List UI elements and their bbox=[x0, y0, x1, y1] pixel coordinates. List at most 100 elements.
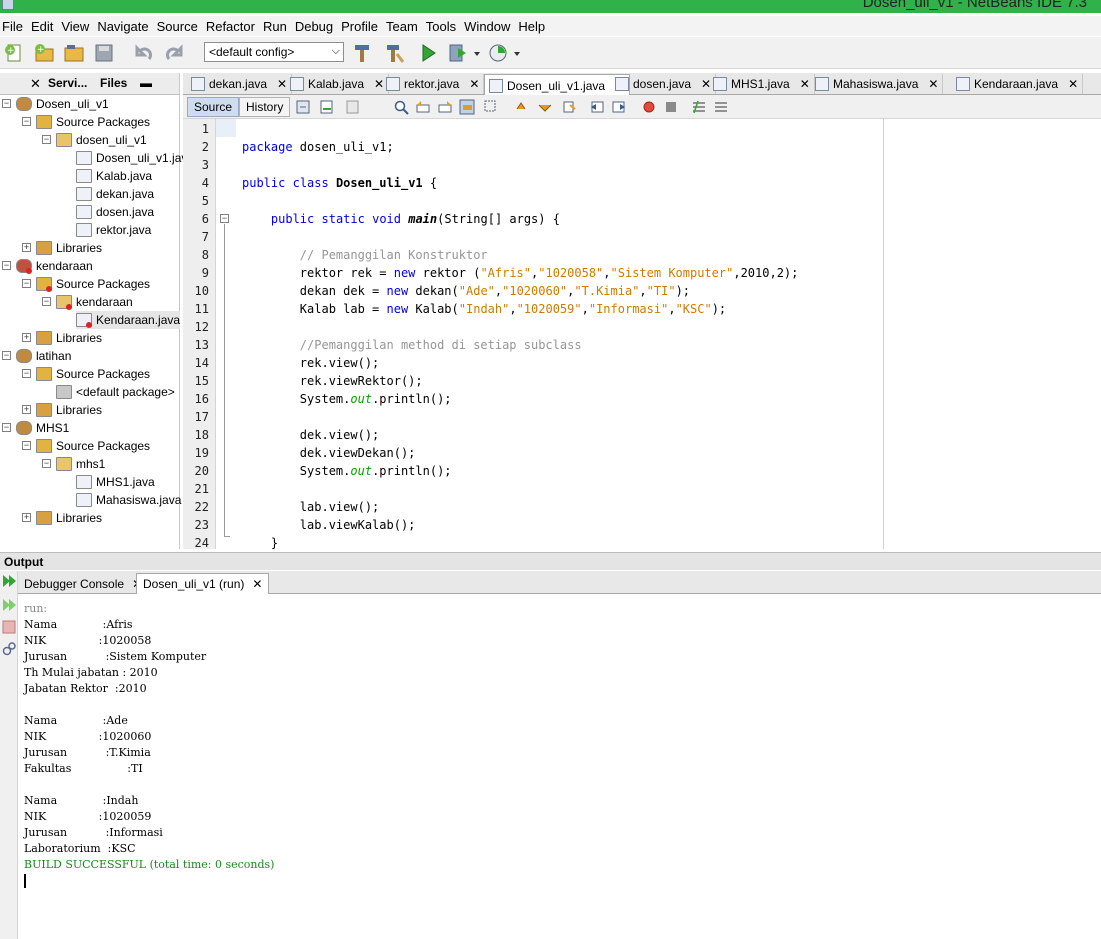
menu-run[interactable]: Run bbox=[255, 19, 291, 34]
close-tab-icon[interactable]: ✕ bbox=[928, 77, 938, 91]
config-select[interactable]: <default config> ⌵ bbox=[204, 42, 344, 62]
shift-left-icon[interactable] bbox=[589, 99, 605, 115]
toggle-rectangular-selection-icon[interactable] bbox=[483, 99, 499, 115]
minimize-panel-icon[interactable]: ▬ bbox=[140, 76, 152, 90]
fold-toggle-icon[interactable]: − bbox=[220, 214, 229, 223]
menu-navigate[interactable]: Navigate bbox=[89, 19, 152, 34]
find-previous-icon[interactable] bbox=[415, 99, 431, 115]
tab-mhs1-java[interactable]: MHS1.java ✕ bbox=[709, 74, 815, 94]
expand-toggle-icon[interactable]: − bbox=[2, 99, 11, 108]
comment-icon[interactable] bbox=[691, 99, 707, 115]
redo-icon[interactable] bbox=[162, 41, 186, 65]
tree-item[interactable]: <default package> bbox=[56, 383, 175, 401]
rerun-icon[interactable] bbox=[1, 573, 17, 589]
tab-dekan-java[interactable]: dekan.java ✕ bbox=[187, 74, 293, 94]
profile-dropdown-chevron-icon[interactable] bbox=[512, 41, 522, 65]
tab-dosen-uli-v1-java[interactable]: Dosen_uli_v1.java✕ bbox=[484, 74, 631, 96]
next-bookmark-icon[interactable] bbox=[537, 99, 553, 115]
find-icon[interactable] bbox=[393, 99, 409, 115]
undo-icon[interactable] bbox=[132, 41, 156, 65]
tree-item[interactable]: dekan.java bbox=[76, 185, 154, 203]
tab-rektor-java[interactable]: rektor.java ✕ bbox=[382, 74, 485, 94]
save-all-icon[interactable] bbox=[92, 41, 116, 65]
tree-item[interactable]: − Source Packages bbox=[22, 275, 150, 293]
open-project-icon[interactable] bbox=[62, 41, 86, 65]
menu-profile[interactable]: Profile bbox=[333, 19, 382, 34]
tab-mahasiswa-java[interactable]: Mahasiswa.java ✕ bbox=[811, 74, 944, 94]
tree-item[interactable]: Dosen_uli_v1.jav bbox=[76, 149, 187, 167]
tree-item[interactable]: Mahasiswa.java bbox=[76, 491, 181, 509]
expand-toggle-icon[interactable]: + bbox=[22, 333, 31, 342]
expand-toggle-icon[interactable]: − bbox=[2, 261, 11, 270]
debug-icon[interactable] bbox=[446, 41, 470, 65]
clean-build-icon[interactable] bbox=[382, 41, 406, 65]
menu-help[interactable]: Help bbox=[510, 19, 549, 34]
tree-item[interactable]: rektor.java bbox=[76, 221, 151, 239]
close-tab-icon[interactable]: ✕ bbox=[469, 77, 479, 91]
expand-toggle-icon[interactable]: − bbox=[22, 279, 31, 288]
last-edit-icon[interactable] bbox=[295, 99, 311, 115]
tree-item[interactable]: − latihan bbox=[2, 347, 71, 365]
find-next-icon[interactable] bbox=[437, 99, 453, 115]
output-tab-run[interactable]: Dosen_uli_v1 (run) ✕ bbox=[136, 573, 270, 594]
expand-toggle-icon[interactable]: − bbox=[42, 297, 51, 306]
tree-item[interactable]: + Libraries bbox=[22, 509, 102, 527]
expand-toggle-icon[interactable]: − bbox=[2, 423, 11, 432]
expand-toggle-icon[interactable]: − bbox=[22, 117, 31, 126]
expand-toggle-icon[interactable]: − bbox=[42, 459, 51, 468]
tab-services[interactable]: Servi... bbox=[48, 76, 87, 90]
tree-item[interactable]: − kendaraan bbox=[2, 257, 93, 275]
debug-dropdown-chevron-icon[interactable] bbox=[472, 41, 482, 65]
toggle-highlight-icon[interactable] bbox=[459, 99, 475, 115]
settings-icon[interactable] bbox=[1, 641, 17, 657]
tree-item[interactable]: − mhs1 bbox=[42, 455, 105, 473]
tab-kendaraan-java[interactable]: Kendaraan.java ✕ bbox=[952, 74, 1084, 94]
expand-toggle-icon[interactable]: + bbox=[22, 243, 31, 252]
back-icon[interactable] bbox=[319, 99, 335, 115]
stop-icon[interactable] bbox=[1, 619, 17, 635]
output-console[interactable]: run: Nama :Afris NIK :1020058 Jurusan :Sist… bbox=[18, 594, 1101, 939]
tree-item[interactable]: − dosen_uli_v1 bbox=[42, 131, 147, 149]
output-tab-debugger-console[interactable]: Debugger Console✕ bbox=[18, 573, 148, 594]
chevron-down-icon[interactable]: ⌵ bbox=[332, 45, 340, 58]
new-project-icon[interactable]: + bbox=[32, 41, 56, 65]
menu-edit[interactable]: Edit bbox=[23, 19, 57, 34]
tree-item[interactable]: MHS1.java bbox=[76, 473, 155, 491]
close-icon[interactable]: ✕ bbox=[30, 76, 41, 92]
code-editor[interactable]: package dosen_uli_v1; public class Dosen_… bbox=[236, 119, 1101, 549]
rerun-with-params-icon[interactable] bbox=[1, 597, 17, 613]
tab-kalab-java[interactable]: Kalab.java ✕ bbox=[286, 74, 390, 94]
menu-window[interactable]: Window bbox=[456, 19, 514, 34]
tree-item[interactable]: − MHS1 bbox=[2, 419, 69, 437]
expand-toggle-icon[interactable]: + bbox=[22, 405, 31, 414]
expand-toggle-icon[interactable]: − bbox=[2, 351, 11, 360]
menu-source[interactable]: Source bbox=[149, 19, 202, 34]
expand-toggle-icon[interactable]: + bbox=[22, 513, 31, 522]
menu-view[interactable]: View bbox=[53, 19, 93, 34]
tree-item[interactable]: dosen.java bbox=[76, 203, 154, 221]
close-tab-icon[interactable]: ✕ bbox=[800, 77, 810, 91]
toggle-bookmark-icon[interactable] bbox=[561, 99, 577, 115]
menu-team[interactable]: Team bbox=[378, 19, 422, 34]
build-hammer-icon[interactable] bbox=[350, 41, 374, 65]
expand-toggle-icon[interactable]: − bbox=[42, 135, 51, 144]
uncomment-icon[interactable] bbox=[713, 99, 729, 115]
history-view-button[interactable]: History bbox=[239, 97, 291, 117]
tree-item[interactable]: − kendaraan bbox=[42, 293, 133, 311]
menu-tools[interactable]: Tools bbox=[418, 19, 460, 34]
tree-item[interactable]: − Source Packages bbox=[22, 437, 150, 455]
start-macro-icon[interactable] bbox=[641, 99, 657, 115]
run-icon[interactable] bbox=[416, 41, 440, 65]
forward-icon[interactable] bbox=[345, 99, 361, 115]
tree-item[interactable]: + Libraries bbox=[22, 329, 102, 347]
tab-files[interactable]: Files bbox=[100, 76, 127, 90]
tree-item[interactable]: Kalab.java bbox=[76, 167, 152, 185]
shift-right-icon[interactable] bbox=[611, 99, 627, 115]
menu-debug[interactable]: Debug bbox=[287, 19, 337, 34]
expand-toggle-icon[interactable]: − bbox=[22, 441, 31, 450]
tree-item[interactable]: − Source Packages bbox=[22, 113, 150, 131]
stop-macro-icon[interactable] bbox=[663, 99, 679, 115]
profile-icon[interactable] bbox=[486, 41, 510, 65]
close-tab-icon[interactable]: ✕ bbox=[1068, 77, 1078, 91]
expand-toggle-icon[interactable]: − bbox=[22, 369, 31, 378]
